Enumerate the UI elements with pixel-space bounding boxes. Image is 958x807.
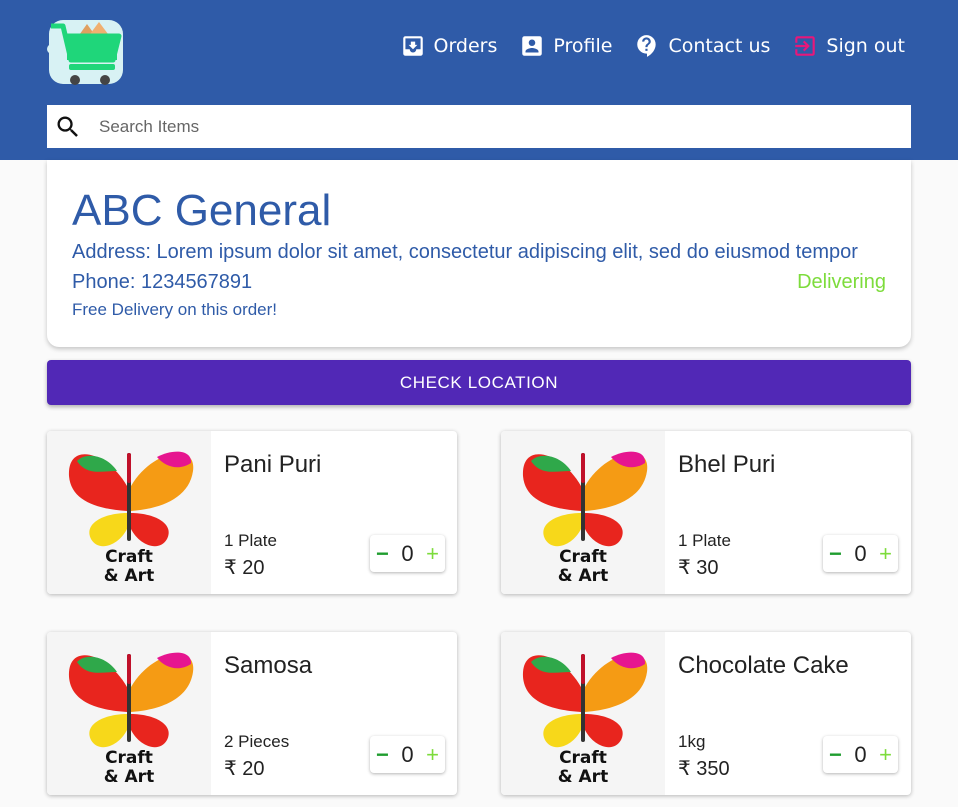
product-card: Craft & Art Pani Puri 1 Plate ₹ 20 − 0 + xyxy=(47,431,457,594)
decrement-button[interactable]: − xyxy=(376,742,389,768)
quantity-stepper: − 0 + xyxy=(370,535,445,572)
product-unit: 2 Pieces xyxy=(224,732,290,751)
nav-contact-us[interactable]: Contact us xyxy=(634,33,770,59)
nav-contact-us-label: Contact us xyxy=(668,35,771,57)
product-image: Craft & Art xyxy=(501,431,665,594)
nav-profile-label: Profile xyxy=(553,35,613,57)
quantity-stepper: − 0 + xyxy=(370,736,445,773)
search-bar xyxy=(47,105,911,148)
quantity-stepper: − 0 + xyxy=(823,736,898,773)
nav-sign-out-label: Sign out xyxy=(826,35,905,57)
quantity-value: 0 xyxy=(854,741,867,767)
nav-orders-label: Orders xyxy=(433,35,498,57)
status-badge: Delivering xyxy=(797,271,886,293)
image-text: & Art xyxy=(558,767,608,787)
product-price: ₹ 20 xyxy=(224,557,265,579)
quantity-stepper: − 0 + xyxy=(823,535,898,572)
shopping-cart-logo-icon[interactable] xyxy=(47,14,127,90)
top-nav: Orders Profile Contact us Sign out xyxy=(378,33,905,59)
store-info-card: ABC General Address: Lorem ipsum dolor s… xyxy=(47,160,911,347)
image-text: Craft xyxy=(559,547,607,567)
product-image: Craft & Art xyxy=(47,431,211,594)
nav-sign-out[interactable]: Sign out xyxy=(792,33,905,59)
product-card: Craft & Art Samosa 2 Pieces ₹ 20 − 0 + xyxy=(47,632,457,795)
exit-icon xyxy=(795,36,816,56)
image-text: & Art xyxy=(104,767,154,787)
decrement-button[interactable]: − xyxy=(829,742,842,768)
inbox-icon xyxy=(402,36,423,56)
product-card: Craft & Art Chocolate Cake 1kg ₹ 350 − 0… xyxy=(501,632,911,795)
nav-profile[interactable]: Profile xyxy=(519,33,612,59)
image-text: Craft xyxy=(559,748,607,768)
decrement-button[interactable]: − xyxy=(376,541,389,567)
check-location-button[interactable]: CHECK LOCATION xyxy=(47,360,911,405)
increment-button[interactable]: + xyxy=(879,541,892,567)
product-name: Chocolate Cake xyxy=(678,652,849,679)
app-header: Orders Profile Contact us Sign out xyxy=(0,0,958,160)
help-bubble-icon xyxy=(637,35,657,57)
quantity-value: 0 xyxy=(854,540,867,566)
quantity-value: 0 xyxy=(401,741,414,767)
search-input[interactable] xyxy=(99,116,879,137)
image-text: Craft xyxy=(105,748,153,768)
decrement-button[interactable]: − xyxy=(829,541,842,567)
product-name: Pani Puri xyxy=(224,451,322,478)
quantity-value: 0 xyxy=(401,540,414,566)
account-box-icon xyxy=(522,36,543,56)
product-name: Bhel Puri xyxy=(678,451,776,478)
store-phone: Phone: 1234567891 xyxy=(72,271,253,293)
product-image: Craft & Art xyxy=(47,632,211,795)
search-icon[interactable] xyxy=(54,113,82,141)
image-text: Craft xyxy=(105,547,153,567)
product-unit: 1 Plate xyxy=(224,531,277,550)
image-text: & Art xyxy=(558,566,608,586)
delivery-note: Free Delivery on this order! xyxy=(72,300,278,319)
product-price: ₹ 30 xyxy=(678,557,719,579)
nav-orders[interactable]: Orders xyxy=(400,33,498,59)
store-address: Address: Lorem ipsum dolor sit amet, con… xyxy=(72,241,858,263)
increment-button[interactable]: + xyxy=(879,742,892,768)
store-name: ABC General xyxy=(72,186,332,235)
image-text: & Art xyxy=(104,566,154,586)
product-image: Craft & Art xyxy=(501,632,665,795)
product-price: ₹ 350 xyxy=(678,758,730,780)
product-price: ₹ 20 xyxy=(224,758,265,780)
increment-button[interactable]: + xyxy=(426,742,439,768)
product-name: Samosa xyxy=(224,652,313,679)
product-unit: 1 Plate xyxy=(678,531,731,550)
product-card: Craft & Art Bhel Puri 1 Plate ₹ 30 − 0 + xyxy=(501,431,911,594)
product-unit: 1kg xyxy=(678,732,706,751)
increment-button[interactable]: + xyxy=(426,541,439,567)
